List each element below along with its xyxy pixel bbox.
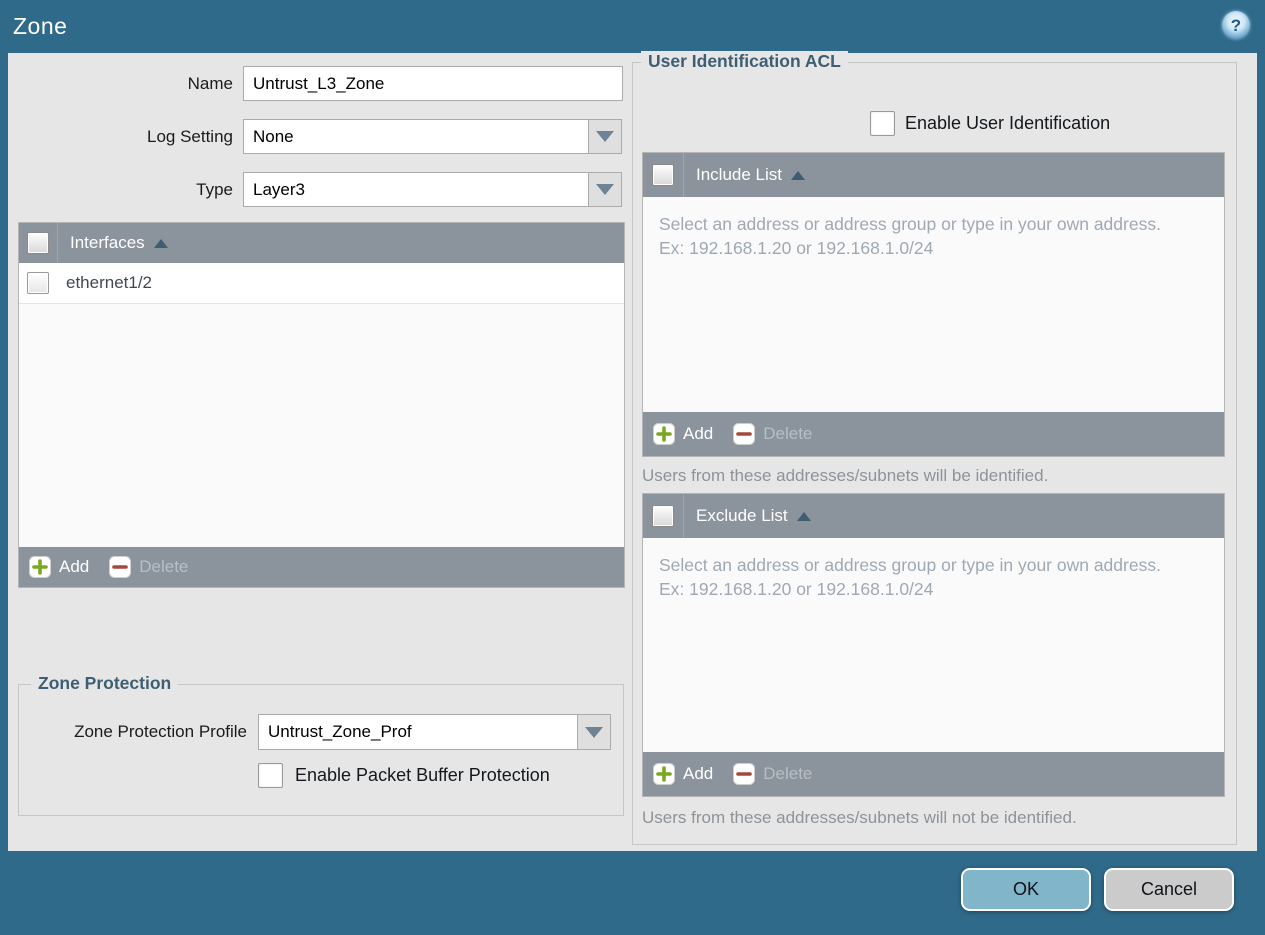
dialog-title: Zone: [13, 13, 68, 39]
add-icon: [29, 556, 51, 578]
help-icon[interactable]: ?: [1222, 11, 1250, 39]
include-list-footer: Add Delete: [643, 412, 1224, 456]
ok-button[interactable]: OK: [961, 868, 1091, 911]
zone-protection-profile-select[interactable]: Untrust_Zone_Prof: [258, 714, 578, 750]
type-label: Type: [196, 179, 233, 199]
exclude-list-placeholder: Select an address or address group or ty…: [659, 555, 1161, 600]
interfaces-table: Interfaces ethernet1/2 Add Delete: [18, 222, 625, 588]
exclude-list-footer: Add Delete: [643, 752, 1224, 796]
log-setting-label: Log Setting: [146, 126, 233, 146]
exclude-list-header[interactable]: Exclude List: [643, 494, 1224, 538]
add-interface-button[interactable]: Add: [29, 556, 89, 578]
zone-protection-legend: Zone Protection: [31, 673, 179, 694]
include-list-header[interactable]: Include List: [643, 153, 1224, 197]
enable-user-identification-label: Enable User Identification: [905, 113, 1111, 133]
type-dropdown-button[interactable]: [588, 172, 622, 207]
delete-include-address-button: Delete: [733, 423, 812, 445]
exclude-list-column-header: Exclude List: [696, 506, 788, 525]
type-select[interactable]: Layer3: [243, 172, 589, 207]
log-setting-select[interactable]: None: [243, 119, 589, 154]
sort-ascending-icon: [153, 238, 168, 248]
select-all-include-checkbox[interactable]: [652, 164, 674, 186]
delete-icon: [733, 423, 756, 445]
table-row[interactable]: ethernet1/2: [19, 263, 624, 304]
type-value: Layer3: [253, 179, 305, 199]
select-all-interfaces-checkbox[interactable]: [27, 232, 49, 254]
cancel-button[interactable]: Cancel: [1104, 868, 1234, 911]
add-icon: [653, 763, 675, 785]
exclude-list-body[interactable]: Select an address or address group or ty…: [643, 538, 1224, 752]
include-list-table: Include List Select an address or addres…: [642, 152, 1225, 457]
log-setting-value: None: [253, 126, 294, 146]
exclude-list-table: Exclude List Select an address or addres…: [642, 493, 1225, 797]
chevron-down-icon: [596, 184, 614, 195]
log-setting-dropdown-button[interactable]: [588, 119, 622, 154]
enable-packet-buffer-protection-label: Enable Packet Buffer Protection: [295, 765, 550, 785]
enable-packet-buffer-protection-checkbox[interactable]: [258, 763, 283, 788]
name-input[interactable]: [243, 66, 623, 101]
sort-ascending-icon: [796, 511, 811, 521]
interfaces-table-footer: Add Delete: [19, 547, 624, 587]
interfaces-table-header[interactable]: Interfaces: [19, 223, 624, 263]
include-list-column-header: Include List: [696, 165, 782, 184]
delete-exclude-address-button: Delete: [733, 763, 812, 785]
zone-protection-section: Zone Protection: [18, 673, 624, 816]
delete-interface-button: Delete: [109, 556, 188, 578]
exclude-list-caption: Users from these addresses/subnets will …: [642, 808, 1077, 827]
add-exclude-address-button[interactable]: Add: [653, 763, 713, 785]
name-label: Name: [187, 73, 233, 93]
select-all-exclude-checkbox[interactable]: [652, 505, 674, 527]
interfaces-column-header: Interfaces: [70, 233, 145, 252]
delete-icon: [733, 763, 756, 785]
add-icon: [653, 423, 675, 445]
interfaces-table-empty-area: [19, 304, 624, 547]
include-list-caption: Users from these addresses/subnets will …: [642, 466, 1049, 485]
zone-protection-profile-value: Untrust_Zone_Prof: [268, 722, 412, 741]
delete-icon: [109, 556, 132, 578]
chevron-down-icon: [596, 131, 614, 142]
interface-row-checkbox[interactable]: [27, 272, 49, 294]
include-list-body[interactable]: Select an address or address group or ty…: [643, 197, 1224, 412]
zone-protection-profile-label: Zone Protection Profile: [74, 722, 247, 741]
chevron-down-icon: [585, 726, 603, 738]
sort-ascending-icon: [791, 170, 805, 180]
add-include-address-button[interactable]: Add: [653, 423, 713, 445]
zone-protection-profile-dropdown-button[interactable]: [577, 714, 611, 750]
user-identification-acl-legend: User Identification ACL: [641, 51, 848, 72]
enable-user-identification-checkbox[interactable]: [870, 111, 895, 136]
interface-name: ethernet1/2: [66, 273, 153, 292]
zone-dialog: Zone ? Name Log Setting None Type Layer3…: [0, 0, 1265, 935]
include-list-placeholder: Select an address or address group or ty…: [659, 214, 1161, 259]
